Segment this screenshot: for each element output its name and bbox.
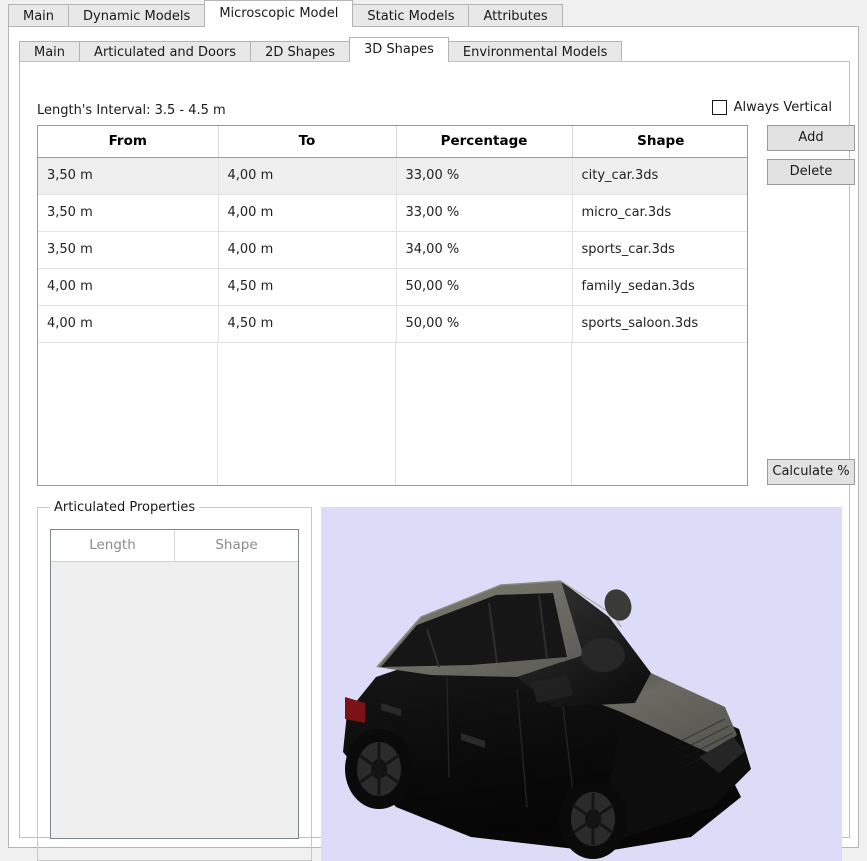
table-row[interactable]: 3,50 m 4,00 m 33,00 % city_car.3ds [38, 157, 748, 194]
column-header-percentage[interactable]: Percentage [396, 126, 572, 157]
three-d-preview-viewport[interactable] [321, 507, 842, 861]
tab-static-models[interactable]: Static Models [352, 4, 469, 27]
column-header-shape[interactable]: Shape [175, 530, 299, 561]
add-button[interactable]: Add [767, 125, 855, 151]
cell-percentage[interactable]: 33,00 % [396, 157, 572, 194]
table-header-row: Length Shape [51, 530, 298, 561]
tab-dynamic-models[interactable]: Dynamic Models [68, 4, 205, 27]
cell-to[interactable]: 4,00 m [218, 231, 396, 268]
tab-attributes[interactable]: Attributes [468, 4, 562, 27]
cell-shape[interactable]: sports_car.3ds [572, 231, 748, 268]
column-header-to[interactable]: To [218, 126, 396, 157]
cell-shape[interactable]: micro_car.3ds [572, 194, 748, 231]
microscopic-model-panel: Main Articulated and Doors 2D Shapes 3D … [8, 26, 859, 848]
always-vertical-checkbox-group[interactable]: Always Vertical [712, 100, 832, 115]
table-row[interactable]: 4,00 m 4,50 m 50,00 % sports_saloon.3ds [38, 305, 748, 342]
table-row[interactable]: 3,50 m 4,00 m 34,00 % sports_car.3ds [38, 231, 748, 268]
cell-from[interactable]: 3,50 m [38, 231, 218, 268]
cell-to[interactable]: 4,00 m [218, 194, 396, 231]
car-steering-wheel [581, 638, 625, 672]
shapes-table-container[interactable]: From To Percentage Shape 3,50 m 4,00 m 3… [37, 125, 748, 486]
always-vertical-checkbox[interactable] [712, 100, 727, 115]
table-row[interactable]: 4,00 m 4,50 m 50,00 % family_sedan.3ds [38, 268, 748, 305]
tab-main[interactable]: Main [8, 4, 69, 27]
calculate-percent-button[interactable]: Calculate % [767, 459, 855, 485]
cell-shape[interactable]: sports_saloon.3ds [572, 305, 748, 342]
column-header-from[interactable]: From [38, 126, 218, 157]
cell-percentage[interactable]: 34,00 % [396, 231, 572, 268]
articulated-properties-group: Articulated Properties Length Shape [37, 507, 312, 861]
cell-percentage[interactable]: 33,00 % [396, 194, 572, 231]
car-model-render [321, 507, 842, 861]
articulated-table: Length Shape [51, 530, 298, 562]
cell-to[interactable]: 4,50 m [218, 268, 396, 305]
column-header-length[interactable]: Length [51, 530, 175, 561]
outer-tab-strip: Main Dynamic Models Microscopic Model St… [0, 0, 867, 27]
lengths-interval-label: Length's Interval: 3.5 - 4.5 m [37, 103, 226, 118]
subtab-articulated-and-doors[interactable]: Articulated and Doors [79, 41, 251, 62]
cell-to[interactable]: 4,50 m [218, 305, 396, 342]
cell-from[interactable]: 3,50 m [38, 194, 218, 231]
cell-from[interactable]: 4,00 m [38, 305, 218, 342]
cell-percentage[interactable]: 50,00 % [396, 305, 572, 342]
articulated-table-container[interactable]: Length Shape [50, 529, 299, 839]
cell-shape[interactable]: city_car.3ds [572, 157, 748, 194]
cell-percentage[interactable]: 50,00 % [396, 268, 572, 305]
car-rear-wheel [345, 729, 413, 809]
three-d-shapes-panel: Length's Interval: 3.5 - 4.5 m Always Ve… [19, 61, 850, 838]
table-row[interactable]: 3,50 m 4,00 m 33,00 % micro_car.3ds [38, 194, 748, 231]
car-front-wheel [559, 779, 627, 859]
always-vertical-label: Always Vertical [734, 100, 832, 115]
cell-shape[interactable]: family_sedan.3ds [572, 268, 748, 305]
shapes-table: From To Percentage Shape 3,50 m 4,00 m 3… [38, 126, 748, 343]
tab-microscopic-model[interactable]: Microscopic Model [204, 0, 353, 27]
inner-tab-strip: Main Articulated and Doors 2D Shapes 3D … [19, 38, 621, 62]
articulated-properties-title: Articulated Properties [50, 500, 199, 515]
table-header-row: From To Percentage Shape [38, 126, 748, 157]
column-header-shape[interactable]: Shape [572, 126, 748, 157]
subtab-main[interactable]: Main [19, 41, 80, 62]
cell-from[interactable]: 4,00 m [38, 268, 218, 305]
subtab-2d-shapes[interactable]: 2D Shapes [250, 41, 350, 62]
cell-from[interactable]: 3,50 m [38, 157, 218, 194]
subtab-environmental-models[interactable]: Environmental Models [448, 41, 623, 62]
delete-button[interactable]: Delete [767, 159, 855, 185]
cell-to[interactable]: 4,00 m [218, 157, 396, 194]
subtab-3d-shapes[interactable]: 3D Shapes [349, 37, 449, 62]
